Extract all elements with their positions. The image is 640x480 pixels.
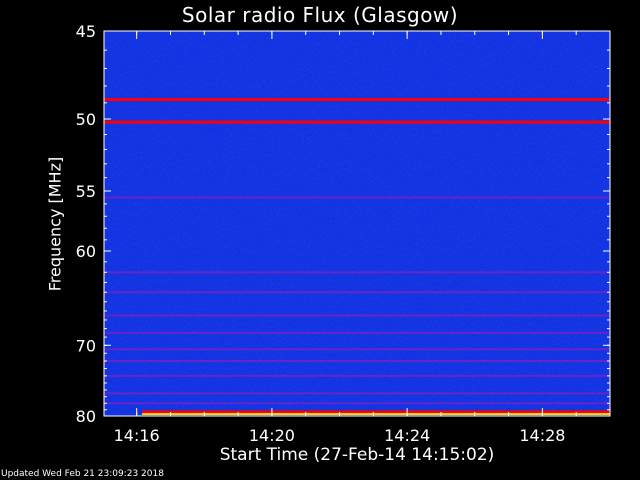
x-axis-label: Start Time (27-Feb-14 14:15:02) bbox=[219, 445, 495, 465]
bright-band-highlight bbox=[142, 413, 610, 415]
y-tick-label: 80 bbox=[76, 407, 96, 426]
y-tick-label: 45 bbox=[76, 22, 96, 41]
faint-band bbox=[104, 291, 610, 294]
faint-band bbox=[104, 196, 610, 199]
spectrogram-plot: 45 50 55 60 70 80 14:16 14:20 14:24 14:28 bbox=[76, 22, 611, 445]
x-tick-label: 14:20 bbox=[249, 426, 295, 445]
y-tick-label: 70 bbox=[76, 336, 96, 355]
x-tick-label: 14:28 bbox=[519, 426, 565, 445]
updated-timestamp: Updated Wed Feb 21 23:09:23 2018 bbox=[1, 469, 164, 479]
bright-band bbox=[104, 98, 610, 102]
y-tick-label: 60 bbox=[76, 242, 96, 261]
y-tick-label: 50 bbox=[76, 110, 96, 129]
faint-band bbox=[104, 314, 610, 317]
faint-band bbox=[104, 360, 610, 362]
faint-band bbox=[104, 348, 610, 351]
plot-area bbox=[104, 31, 610, 416]
faint-band bbox=[104, 402, 610, 405]
x-tick-label: 14:16 bbox=[114, 426, 160, 445]
faint-band bbox=[104, 392, 610, 395]
faint-band bbox=[104, 331, 610, 334]
y-axis-label: Frequency [MHz] bbox=[45, 156, 65, 292]
faint-band bbox=[104, 271, 610, 274]
spectrogram-texture bbox=[104, 31, 610, 416]
y-tick-label: 55 bbox=[76, 182, 96, 201]
x-tick-label: 14:24 bbox=[384, 426, 430, 445]
faint-band bbox=[104, 374, 610, 377]
bright-band bbox=[104, 120, 610, 124]
